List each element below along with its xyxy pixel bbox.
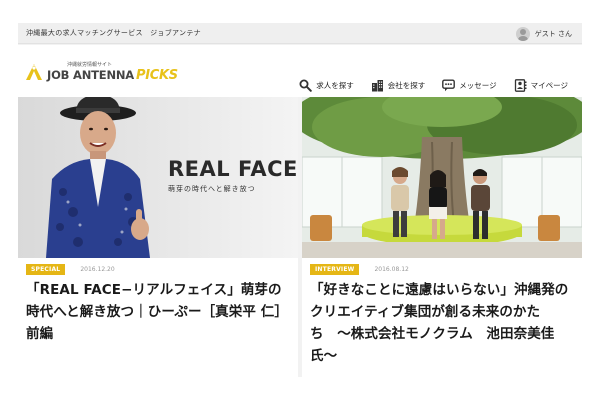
article-card-interview[interactable]: INTERVIEW 2016.08.12 「好きなことに遠慮はいらない」沖縄発の… bbox=[302, 97, 582, 377]
nav-search-jobs[interactable]: 求人を探す bbox=[299, 79, 354, 92]
article-title[interactable]: 「REAL FACE−リアルフェイス」萌芽の時代へと解き放つ｜ひーぷー［真栄平 … bbox=[26, 279, 292, 345]
article-meta: SPECIAL 2016.12.20 bbox=[26, 264, 115, 275]
site-tagline: 沖縄最大の求人マッチングサービス ジョブアンテナ bbox=[26, 29, 201, 37]
site-header: 沖縄就労情報サイト JOB ANTENNA PICKS 求人を探す 会社を探す … bbox=[18, 45, 582, 97]
logo-brand-main: JOB ANTENNA bbox=[47, 67, 134, 82]
article-date: 2016.12.20 bbox=[80, 266, 115, 273]
nav-search-jobs-label: 求人を探す bbox=[316, 81, 354, 90]
guest-user-link[interactable]: ゲスト さん bbox=[515, 25, 572, 42]
nav-mypage-label: マイページ bbox=[530, 81, 568, 90]
chat-icon bbox=[442, 79, 456, 92]
site-logo[interactable]: 沖縄就労情報サイト JOB ANTENNA PICKS bbox=[25, 61, 178, 83]
logo-brand-accent: PICKS bbox=[136, 67, 178, 83]
image-overlay-title: REAL FACE bbox=[168, 157, 298, 181]
real-face-overlay: REAL FACE 萌芽の時代へと解き放つ bbox=[168, 157, 298, 194]
user-avatar-icon bbox=[515, 26, 530, 41]
article-meta: INTERVIEW 2016.08.12 bbox=[310, 264, 409, 275]
article-card-special[interactable]: REAL FACE 萌芽の時代へと解き放つ SPECIAL 2016.12.20… bbox=[18, 97, 298, 377]
category-badge: INTERVIEW bbox=[310, 264, 360, 275]
guest-label: ゲスト さん bbox=[534, 29, 572, 38]
article-list: REAL FACE 萌芽の時代へと解き放つ SPECIAL 2016.12.20… bbox=[18, 97, 582, 377]
article-title[interactable]: 「好きなことに遠慮はいらない」沖縄発のクリエイティブ集団が創る未来のかたち 〜株… bbox=[310, 279, 576, 367]
mypage-icon bbox=[514, 79, 527, 92]
antenna-logo-icon bbox=[25, 63, 43, 81]
top-bar: 沖縄最大の求人マッチングサービス ジョブアンテナ ゲスト さん bbox=[18, 23, 582, 44]
article-image-interview bbox=[302, 97, 582, 258]
main-nav: 求人を探す 会社を探す メッセージ マイページ bbox=[299, 79, 568, 92]
page-frame: 沖縄最大の求人マッチングサービス ジョブアンテナ ゲスト さん 沖縄就労情報サイ… bbox=[18, 23, 582, 377]
building-icon bbox=[371, 80, 383, 92]
article-image-real-face: REAL FACE 萌芽の時代へと解き放つ bbox=[18, 97, 298, 258]
nav-messages[interactable]: メッセージ bbox=[442, 79, 497, 92]
image-overlay-subtitle: 萌芽の時代へと解き放つ bbox=[168, 185, 256, 193]
nav-mypage[interactable]: マイページ bbox=[514, 79, 568, 92]
article-date: 2016.08.12 bbox=[374, 266, 409, 273]
search-icon bbox=[299, 79, 313, 92]
category-badge: SPECIAL bbox=[26, 264, 66, 275]
nav-search-companies[interactable]: 会社を探す bbox=[371, 79, 426, 92]
nav-search-companies-label: 会社を探す bbox=[387, 81, 426, 90]
nav-messages-label: メッセージ bbox=[459, 81, 497, 90]
